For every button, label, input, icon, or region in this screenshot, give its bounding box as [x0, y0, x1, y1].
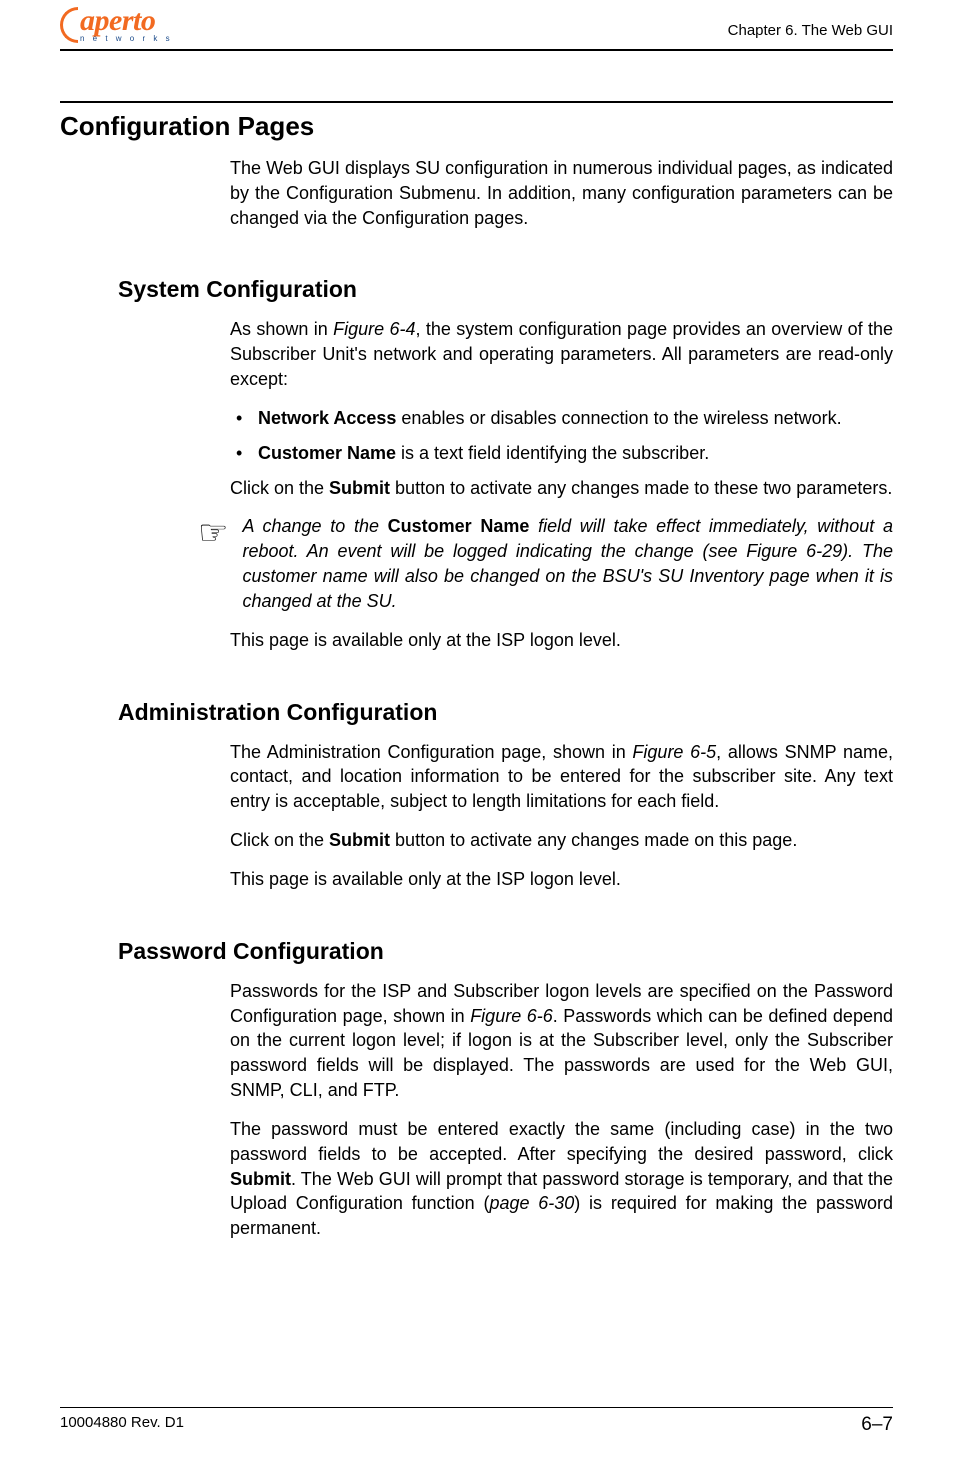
- note-callout: ☞ A change to the Customer Name field wi…: [198, 514, 893, 613]
- section-intro: The Web GUI displays SU configuration in…: [230, 156, 893, 230]
- admin-p2: Click on the Submit button to activate a…: [230, 828, 893, 853]
- page-ref-6-30: page 6-30: [489, 1193, 574, 1213]
- figure-ref-6-5: Figure 6-5: [632, 742, 716, 762]
- section-rule: [60, 101, 893, 103]
- figure-ref-6-4: Figure 6-4: [333, 319, 415, 339]
- section-title: Configuration Pages: [60, 111, 893, 142]
- password-p1: Passwords for the ISP and Subscriber log…: [230, 979, 893, 1103]
- admin-p3: This page is available only at the ISP l…: [230, 867, 893, 892]
- brand-subtitle: n e t w o r k s: [80, 34, 173, 43]
- logo-arc-icon: [60, 7, 78, 43]
- footer-revision: 10004880 Rev. D1: [60, 1414, 184, 1436]
- admin-p1: The Administration Configuration page, s…: [230, 740, 893, 814]
- bullet-customer-name: Customer Name is a text field identifyin…: [230, 441, 893, 466]
- brand-name: aperto: [80, 6, 175, 36]
- system-p1: As shown in Figure 6-4, the system confi…: [230, 317, 893, 391]
- footer-page-number: 6–7: [861, 1414, 893, 1436]
- system-config-heading: System Configuration: [118, 276, 893, 303]
- brand-logo: aperto n e t w o r k s: [60, 6, 175, 43]
- pointing-hand-icon: ☞: [198, 514, 228, 613]
- header-rule: [60, 49, 893, 51]
- password-config-heading: Password Configuration: [118, 938, 893, 965]
- system-p3: This page is available only at the ISP l…: [230, 628, 893, 653]
- system-p2: Click on the Submit button to activate a…: [230, 476, 893, 501]
- chapter-label: Chapter 6. The Web GUI: [728, 22, 893, 43]
- figure-ref-6-6: Figure 6-6: [470, 1006, 553, 1026]
- note-text: A change to the Customer Name field will…: [242, 514, 893, 613]
- admin-config-heading: Administration Configuration: [118, 699, 893, 726]
- bullet-network-access: Network Access enables or disables conne…: [230, 406, 893, 431]
- password-p2: The password must be entered exactly the…: [230, 1117, 893, 1241]
